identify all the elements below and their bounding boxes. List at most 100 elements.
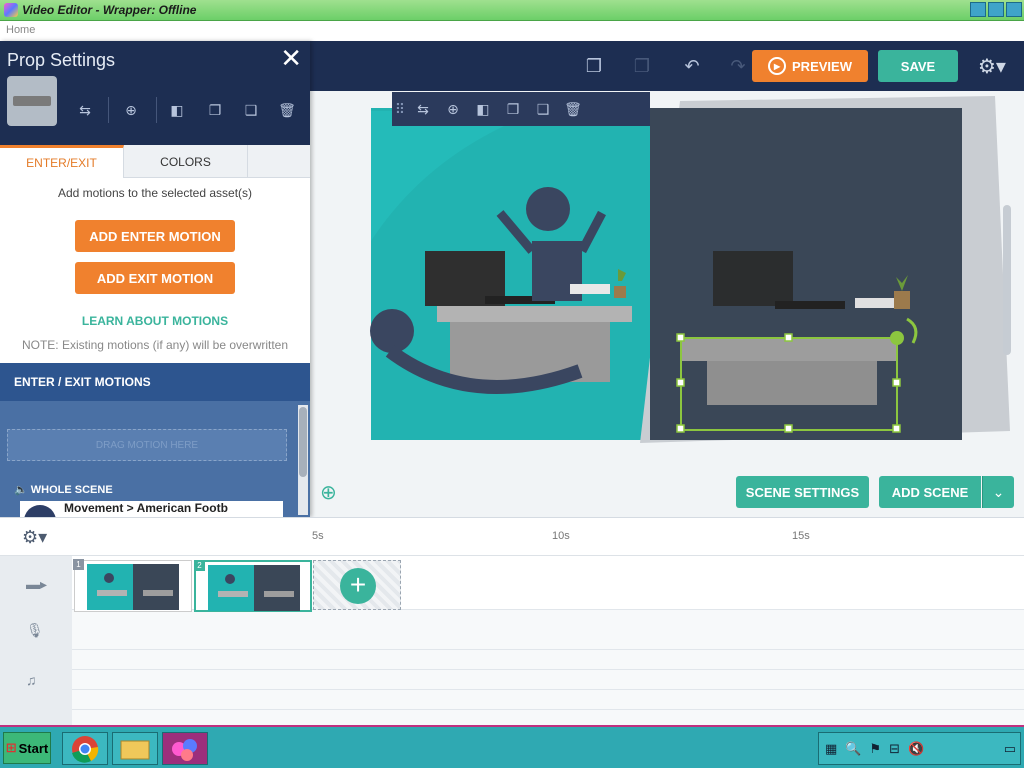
plus-icon: + — [340, 568, 376, 604]
tick-label: 5s — [312, 530, 324, 542]
motion-add-icon[interactable]: ⊕ — [438, 101, 468, 118]
prop-thumbnail — [7, 76, 57, 126]
add-enter-motion-button[interactable]: ADD ENTER MOTION — [75, 220, 235, 252]
tray-app-icon[interactable]: ▦ — [825, 741, 837, 757]
add-scene-button[interactable]: ADD SCENE — [879, 476, 981, 508]
tab-enter-exit[interactable]: ENTER/EXIT — [0, 145, 124, 178]
undo-icon[interactable]: ↶ — [680, 54, 704, 78]
scene-preview-2 — [208, 565, 300, 611]
motions-list: DRAG MOTION HERE 🔈 WHOLE SCENE Movement … — [0, 401, 310, 517]
timeline: ⚙▾ 5s 10s 15s ▬▸ 🎙 ♫ 1 2 + — [0, 517, 1024, 726]
taskbar-explorer[interactable] — [112, 732, 158, 765]
tray-volume-icon[interactable]: 🔇 — [908, 741, 924, 757]
menu-home[interactable]: Home — [6, 24, 35, 36]
add-exit-motion-button[interactable]: ADD EXIT MOTION — [75, 262, 235, 294]
motion-item-label: Movement > American Footb — [64, 501, 228, 515]
scene-number: 1 — [73, 559, 84, 570]
stage-area — [310, 91, 1024, 517]
taskbar-wrapper-app[interactable] — [162, 732, 208, 765]
copy-icon[interactable]: ❐ — [582, 54, 606, 78]
motion-dropzone[interactable]: DRAG MOTION HERE — [7, 429, 287, 461]
scene-track: 1 2 — [72, 556, 1024, 612]
panel-body: Add motions to the selected asset(s) ADD… — [0, 178, 310, 352]
audio-track-1[interactable] — [72, 650, 1024, 670]
show-desktop-icon[interactable]: ▭ — [1004, 741, 1016, 757]
motions-scroll-thumb[interactable] — [299, 407, 307, 477]
copy-asset-icon[interactable]: ❐ — [498, 101, 528, 118]
os-taskbar: ⊞ Start ▦ 🔍 ⚑ ⊟ 🔇 ▭ — [0, 725, 1024, 768]
menubar: Home — [0, 21, 1024, 41]
zoom-in-icon[interactable]: ⊕ — [320, 480, 344, 504]
desk-left — [437, 306, 632, 322]
minimize-button[interactable] — [970, 2, 986, 17]
add-scene-tile[interactable]: + — [313, 560, 401, 610]
video-camera-icon: ▬▸ — [26, 576, 48, 592]
audio-track-2[interactable] — [72, 670, 1024, 690]
divider — [156, 97, 157, 123]
scene-thumbnail-2[interactable]: 2 — [194, 560, 312, 612]
audio-track-3[interactable] — [72, 690, 1024, 710]
window-controls — [970, 2, 1022, 17]
windows-logo-icon: ⊞ — [5, 740, 17, 755]
tick-label: 15s — [792, 530, 810, 542]
start-button[interactable]: ⊞ Start — [3, 732, 51, 764]
swap-prop-icon[interactable]: ⇆ — [74, 99, 96, 121]
music-note-icon: ♫ — [26, 672, 37, 688]
scene-canvas[interactable] — [310, 91, 1024, 517]
scene-number: 2 — [194, 560, 205, 571]
motion-thumb-icon — [24, 505, 56, 517]
tray-search-icon[interactable]: 🔍 — [845, 741, 861, 757]
stage-scrollbar[interactable] — [1003, 205, 1011, 355]
motion-add-icon[interactable]: ⊕ — [120, 99, 142, 121]
close-icon[interactable]: ✕ — [280, 45, 302, 71]
play-icon: ▶ — [768, 57, 787, 75]
scene-settings-button[interactable]: SCENE SETTINGS — [736, 476, 869, 508]
system-tray: ▦ 🔍 ⚑ ⊟ 🔇 ▭ — [818, 732, 1021, 765]
panel-tabs: ENTER/EXIT COLORS — [0, 145, 310, 178]
folder-icon — [120, 740, 150, 760]
close-window-button[interactable] — [1006, 2, 1022, 17]
save-button[interactable]: SAVE — [878, 50, 958, 82]
rotate-handle — [890, 331, 904, 345]
tray-flag-icon[interactable]: ⚑ — [869, 741, 881, 757]
flip-icon[interactable]: ◧ — [166, 99, 188, 121]
copy-icon[interactable]: ❐ — [204, 99, 226, 121]
timeline-settings-icon[interactable]: ⚙▾ — [22, 527, 47, 548]
scene-preview-1 — [87, 564, 179, 610]
scene-thumbnail-1[interactable]: 1 — [73, 559, 192, 612]
redo-icon[interactable]: ↷ — [726, 54, 750, 78]
chevron-down-icon: ⌄ — [992, 483, 1005, 500]
voice-track[interactable] — [72, 610, 1024, 650]
overwrite-note: NOTE: Existing motions (if any) will be … — [21, 338, 289, 352]
paste-icon[interactable]: ❐ — [630, 54, 654, 78]
track-labels: ▬▸ 🎙 ♫ — [0, 556, 72, 726]
paste-icon[interactable]: ❑ — [240, 99, 262, 121]
motions-section-header: ENTER / EXIT MOTIONS — [0, 363, 310, 401]
taskbar-chrome[interactable] — [62, 732, 108, 765]
motion-item[interactable]: Movement > American Footb — [20, 501, 283, 517]
maximize-button[interactable] — [988, 2, 1004, 17]
paste-asset-icon[interactable]: ❑ — [528, 101, 558, 118]
monitor-right — [713, 251, 793, 306]
drag-handle-icon[interactable]: ⠿ — [392, 101, 408, 118]
add-scene-dropdown[interactable]: ⌄ — [982, 476, 1014, 508]
delete-icon[interactable]: 🗑 — [276, 99, 298, 121]
panel-title: Prop Settings — [7, 50, 116, 70]
motion-hint: Add motions to the selected asset(s) — [57, 186, 253, 200]
learn-motions-link[interactable]: LEARN ABOUT MOTIONS — [0, 314, 310, 328]
whole-scene-text: WHOLE SCENE — [30, 484, 113, 496]
panel-header: Prop Settings ✕ ⇆ ⊕ ◧ ❐ ❑ 🗑 — [0, 41, 310, 145]
tick-label: 10s — [552, 530, 570, 542]
microphone-icon: 🎙 — [26, 622, 44, 638]
character-head — [526, 187, 570, 231]
tray-network-icon[interactable]: ⊟ — [889, 741, 900, 757]
delete-icon[interactable]: 🗑 — [558, 101, 588, 118]
settings-gear-icon[interactable]: ⚙▾ — [978, 54, 1006, 79]
wrapper-app-icon — [172, 739, 197, 761]
speaker-icon: 🔈 — [14, 484, 28, 496]
replace-icon[interactable]: ⇆ — [408, 101, 438, 118]
start-label: Start — [18, 740, 49, 756]
preview-button[interactable]: ▶ PREVIEW — [752, 50, 868, 82]
tab-colors[interactable]: COLORS — [124, 145, 248, 178]
flip-icon[interactable]: ◧ — [468, 101, 498, 118]
